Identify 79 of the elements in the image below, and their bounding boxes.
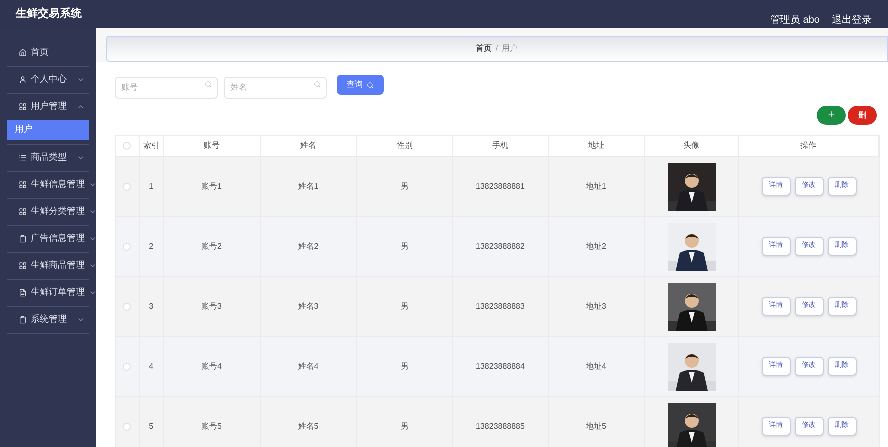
- admin-name: 管理员 abo: [770, 14, 820, 28]
- table-cell: 姓名2: [298, 240, 319, 252]
- table-cell: 3: [149, 300, 154, 312]
- table-cell: 男: [400, 420, 409, 432]
- column-header: 性别: [357, 136, 454, 156]
- column-header: 账号: [164, 136, 261, 156]
- table-cell: 姓名1: [298, 180, 319, 192]
- table-cell: 男: [400, 240, 409, 252]
- column-header: 索引: [140, 136, 164, 156]
- sidebar-item[interactable]: 首页: [7, 40, 89, 66]
- sidebar-item[interactable]: 生鲜信息管理: [7, 172, 89, 198]
- sidebar-item[interactable]: 系统管理: [7, 307, 89, 333]
- list-icon: [19, 154, 27, 162]
- row-checkbox[interactable]: [123, 242, 132, 250]
- table-cell: 姓名4: [298, 360, 319, 372]
- search-icon: [367, 82, 374, 88]
- table-cell: 5: [149, 420, 154, 432]
- table-cell: 男: [400, 180, 409, 192]
- clipboard-icon: [19, 235, 27, 243]
- table-cell: 账号1: [202, 180, 222, 192]
- search-icon: [205, 81, 212, 88]
- table-cell: 地址5: [586, 420, 606, 432]
- breadcrumb-item: 用户: [502, 43, 518, 55]
- table-cell: 账号3: [202, 300, 222, 312]
- table-cell: 2: [149, 240, 154, 252]
- table-cell: 13823888881: [476, 180, 525, 192]
- search-field[interactable]: 姓名: [224, 76, 327, 98]
- row-checkbox[interactable]: [123, 302, 132, 310]
- column-header: 地址: [548, 136, 645, 156]
- table-cell: 男: [400, 300, 409, 312]
- grid-icon: [19, 181, 27, 189]
- sidebar-item[interactable]: 商品类型: [7, 145, 89, 171]
- search-icon: [314, 81, 321, 88]
- table-cell: 地址4: [586, 360, 606, 372]
- row-checkbox[interactable]: [123, 362, 132, 370]
- search-field[interactable]: 账号: [115, 76, 218, 98]
- table-cell: 13823888885: [476, 420, 525, 432]
- sidebar-item[interactable]: 用户管理: [7, 94, 89, 120]
- table-cell: 地址3: [586, 300, 606, 312]
- query-button[interactable]: 查询: [337, 75, 384, 95]
- table-cell: 地址1: [586, 180, 606, 192]
- table-cell: 1: [149, 180, 154, 192]
- home-icon: [19, 49, 27, 57]
- column-header: 头像: [644, 136, 740, 156]
- row-checkbox[interactable]: [123, 422, 132, 430]
- table-cell: 4: [149, 360, 154, 372]
- breadcrumb-item[interactable]: 首页: [476, 43, 492, 55]
- breadcrumb-separator: /: [496, 43, 498, 55]
- sidebar-item[interactable]: 个人中心: [7, 67, 89, 93]
- table-cell: 姓名3: [298, 300, 319, 312]
- clipboard-icon: [19, 316, 27, 324]
- table-cell: 13823888884: [476, 360, 525, 372]
- column-header: 姓名: [260, 136, 358, 156]
- column-header: 操作: [739, 136, 879, 156]
- table-cell: 账号2: [202, 240, 222, 252]
- table-cell: 姓名5: [298, 420, 319, 432]
- sidebar-item[interactable]: 生鲜商品管理: [7, 253, 89, 279]
- table-cell: 13823888883: [476, 300, 525, 312]
- table-cell: 账号4: [202, 360, 222, 372]
- row-checkbox[interactable]: [123, 182, 132, 190]
- column-header: 手机: [453, 136, 549, 156]
- delete-button[interactable]: 删: [848, 106, 877, 125]
- sidebar-item[interactable]: 广告信息管理: [7, 226, 89, 252]
- logout-link[interactable]: 退出登录: [832, 12, 872, 28]
- grid-icon: [19, 262, 27, 270]
- document-icon: [19, 289, 27, 297]
- sidebar-item[interactable]: 生鲜订单管理: [7, 280, 89, 306]
- add-button[interactable]: +: [817, 106, 846, 125]
- table-cell: 地址2: [586, 240, 606, 252]
- sidebar-item[interactable]: 生鲜分类管理: [7, 199, 89, 225]
- table-cell: 男: [400, 360, 409, 372]
- grid-icon: [19, 208, 27, 216]
- table-cell: 13823888882: [476, 240, 525, 252]
- table-cell: 账号5: [202, 420, 222, 432]
- app-title: 生鲜交易系统: [16, 6, 82, 22]
- select-all-checkbox[interactable]: [123, 142, 132, 150]
- user-icon: [19, 76, 27, 84]
- sidebar-item[interactable]: 用户: [7, 120, 89, 140]
- grid-icon: [19, 103, 27, 111]
